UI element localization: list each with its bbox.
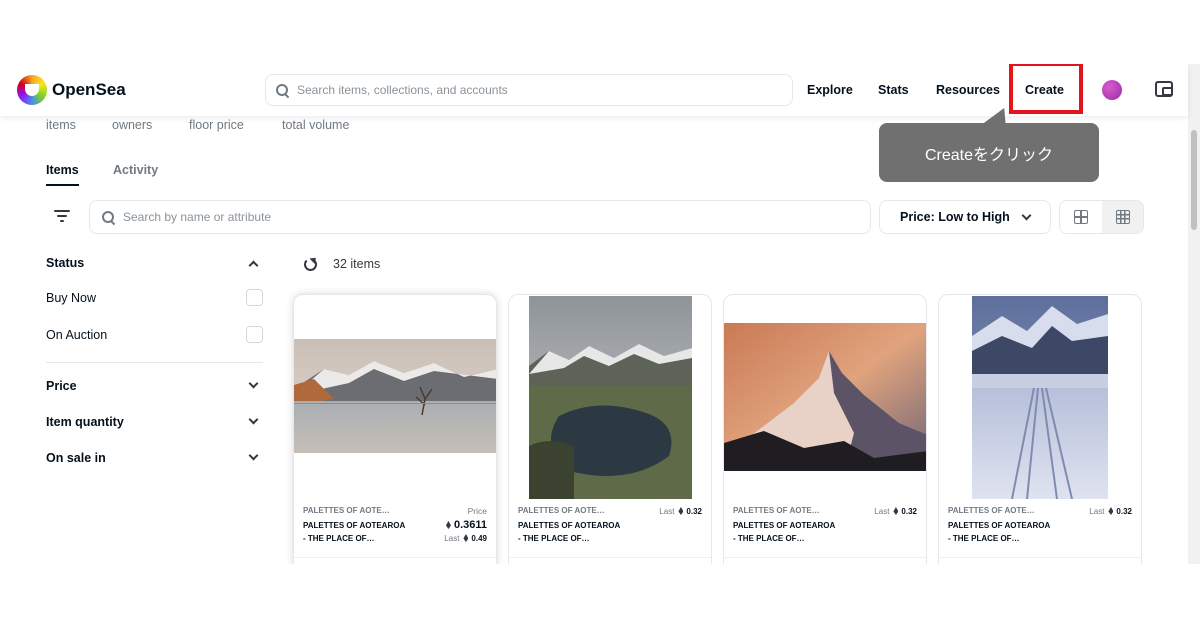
results-count: 32 items [333, 257, 381, 271]
chevron-down-icon[interactable] [248, 450, 259, 461]
nft-image-sunset-peak [724, 323, 926, 471]
global-search-input[interactable]: Search items, collections, and accounts [265, 74, 793, 106]
create-highlight-box [1009, 64, 1083, 114]
nft-card[interactable]: PALETTES OF AOTE… PALETTES OF AOTEAROA - … [508, 294, 712, 564]
card-footer [294, 557, 496, 564]
card-footer [724, 557, 926, 564]
grid-view-toggle [1059, 200, 1144, 234]
on-auction-checkbox[interactable] [246, 326, 263, 343]
wallet-icon[interactable] [1155, 81, 1173, 97]
large-grid-icon [1074, 210, 1088, 224]
nft-image-mountain-lake [529, 296, 692, 499]
card-item-name: PALETTES OF AOTEAROA - THE PLACE OF… [733, 521, 836, 543]
stat-items-label: items [46, 118, 76, 132]
browser-viewport: items owners floor price total volume Op… [0, 64, 1200, 564]
card-collection-name[interactable]: PALETTES OF AOTE… [518, 506, 605, 515]
page-scrollbar[interactable] [1188, 64, 1200, 564]
search-icon [276, 83, 289, 97]
chevron-down-icon[interactable] [248, 378, 259, 389]
card-last-sale: Last 0.32 [1089, 507, 1132, 516]
brand-name[interactable]: OpenSea [52, 80, 126, 100]
opensea-logo-icon[interactable] [17, 75, 47, 105]
on-sale-in-filter-heading[interactable]: On sale in [46, 451, 106, 465]
nft-card[interactable]: PALETTES OF AOTE… PALETTES OF AOTEAROA - … [293, 294, 497, 564]
tab-items[interactable]: Items [46, 163, 79, 177]
chevron-down-icon[interactable] [248, 414, 259, 425]
status-filter-heading[interactable]: Status [46, 256, 84, 270]
nav-resources[interactable]: Resources [936, 83, 1000, 97]
search-icon [102, 210, 115, 224]
avatar[interactable] [1102, 80, 1122, 100]
card-price: 0.3611 [442, 519, 487, 531]
scrollbar-thumb[interactable] [1191, 130, 1197, 230]
nav-explore[interactable]: Explore [807, 83, 853, 97]
buy-now-checkbox[interactable] [246, 289, 263, 306]
nft-card[interactable]: PALETTES OF AOTE… PALETTES OF AOTEAROA - … [938, 294, 1142, 564]
nft-card[interactable]: PALETTES OF AOTE… PALETTES OF AOTEAROA - … [723, 294, 927, 564]
eth-icon [463, 534, 469, 542]
small-grid-icon [1116, 210, 1130, 224]
card-item-name: PALETTES OF AOTEAROA - THE PLACE OF… [303, 521, 406, 543]
chevron-down-icon [1021, 210, 1032, 221]
price-filter-heading[interactable]: Price [46, 379, 77, 393]
eth-icon [893, 507, 899, 515]
small-grid-button[interactable] [1102, 201, 1143, 233]
nav-stats[interactable]: Stats [878, 83, 909, 97]
tooltip-text: Createをクリック [924, 146, 1054, 164]
stat-owners-label: owners [112, 118, 153, 132]
eth-icon [445, 521, 451, 529]
item-quantity-filter-heading[interactable]: Item quantity [46, 415, 124, 429]
nft-image-lake-tree [294, 339, 496, 453]
card-collection-name[interactable]: PALETTES OF AOTE… [303, 506, 390, 515]
sort-dropdown-label: Price: Low to High [900, 210, 1010, 224]
card-item-name: PALETTES OF AOTEAROA - THE PLACE OF… [948, 521, 1051, 543]
stat-total-volume-label: total volume [282, 118, 350, 132]
item-search-placeholder: Search by name or attribute [123, 210, 272, 224]
card-collection-name[interactable]: PALETTES OF AOTE… [948, 506, 1035, 515]
card-item-name: PALETTES OF AOTEAROA - THE PLACE OF… [518, 521, 621, 543]
card-last-sale: Last 0.32 [874, 507, 917, 516]
card-collection-name[interactable]: PALETTES OF AOTE… [733, 506, 820, 515]
eth-icon [1108, 507, 1114, 515]
card-footer [939, 557, 1141, 564]
global-search-placeholder: Search items, collections, and accounts [297, 83, 508, 97]
status-option-on-auction: On Auction [46, 328, 108, 342]
refresh-icon[interactable] [304, 258, 317, 271]
card-footer [509, 557, 711, 564]
card-last-sale: Last 0.49 [444, 534, 487, 543]
large-grid-button[interactable] [1060, 201, 1102, 233]
eth-icon [678, 507, 684, 515]
sidebar-divider [46, 362, 263, 363]
stat-floor-price-label: floor price [189, 118, 244, 132]
tab-activity[interactable]: Activity [113, 163, 158, 177]
item-search-input[interactable]: Search by name or attribute [89, 200, 871, 234]
card-last-sale: Last 0.32 [659, 507, 702, 516]
active-tab-indicator [46, 184, 79, 186]
sort-dropdown[interactable]: Price: Low to High [879, 200, 1051, 234]
status-option-buy-now: Buy Now [46, 291, 97, 305]
chevron-up-icon[interactable] [248, 260, 259, 271]
card-price-label: Price [467, 506, 487, 516]
annotation-tooltip: Createをクリック [879, 123, 1099, 182]
filter-toggle-icon[interactable] [54, 210, 70, 222]
nft-image-snowy-road [972, 296, 1108, 499]
